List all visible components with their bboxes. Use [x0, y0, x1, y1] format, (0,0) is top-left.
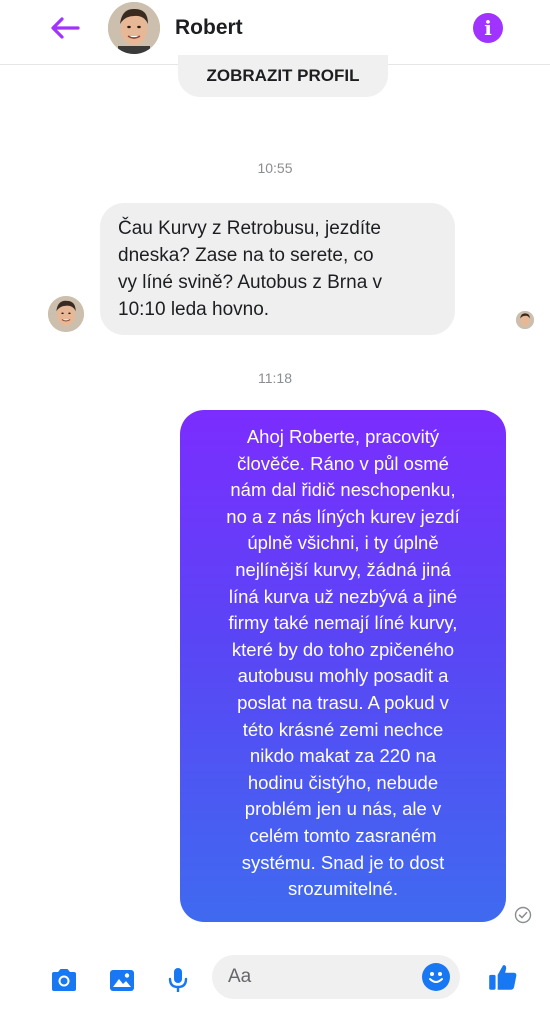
message-line: Čau Kurvy z Retrobusu, jezdíte [118, 218, 381, 239]
timestamp: 11:18 [258, 370, 292, 386]
message-line: systému. Snad je to dost [241, 851, 445, 873]
message-line: problém jen u nás, ale v [244, 798, 442, 820]
message-line: Ahoj Roberte, pracovitý [246, 426, 440, 447]
message-line: 10:10 leda hovno. [118, 299, 270, 320]
timestamp: 10:55 [257, 160, 293, 176]
message-line: no a z nás líných kurev jezdí [226, 505, 460, 527]
message-line: nejlínější kurvy, žádná jiná [235, 558, 451, 580]
avatar[interactable] [108, 2, 160, 54]
message-line: dneska? Zase na to serete, co [118, 245, 374, 266]
arrow-left-icon[interactable] [48, 14, 84, 42]
contact-name[interactable]: Robert [175, 16, 243, 40]
message-line: srozumitelné. [287, 878, 398, 900]
message-line: vy líné svině? Autobus z Brna v [118, 272, 383, 293]
image-icon[interactable] [106, 964, 138, 996]
sent-check-icon [514, 906, 532, 924]
message-line: líná kurva už nezbývá a jiné [228, 585, 458, 607]
outgoing-message-bubble[interactable]: Ahoj Roberte, pracovitý člověče. Ráno v … [180, 410, 506, 922]
message-line: nikdo makat za 220 na [249, 745, 437, 767]
microphone-icon[interactable] [162, 964, 194, 996]
message-line: autobusu mohly posadit a [237, 665, 449, 687]
message-line: firmy také nemají líné kurvy, [228, 612, 458, 634]
incoming-message-bubble[interactable]: Čau Kurvy z Retrobusu, jezdíte dneska? Z… [100, 203, 455, 335]
message-line: nám dal řidič neschopenku, [230, 479, 456, 501]
thumbs-up-icon[interactable] [486, 960, 520, 994]
info-icon[interactable]: i [473, 13, 503, 43]
read-receipt-avatar [516, 311, 534, 329]
message-line: člověče. Ráno v půl osmé [237, 452, 449, 474]
camera-icon[interactable] [48, 964, 80, 996]
emoji-icon[interactable] [422, 963, 450, 991]
message-line: celém tomto zasraném [249, 824, 437, 846]
message-line: úplně všichni, i ty úplně [247, 532, 439, 554]
sender-avatar[interactable] [48, 296, 84, 332]
message-line: této krásné zemi nechce [242, 718, 444, 740]
message-line: hodinu čistýho, nebude [247, 771, 439, 793]
message-line: které by do toho zpičeného [231, 638, 455, 660]
message-line: poslat na trasu. A pokud v [237, 691, 449, 713]
view-profile-button[interactable]: ZOBRAZIT PROFIL [178, 55, 388, 97]
